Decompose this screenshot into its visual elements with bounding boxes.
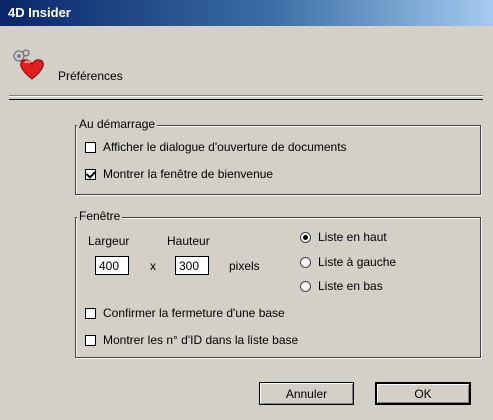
list-top-radio[interactable]: Liste en haut	[300, 230, 387, 244]
list-left-radio[interactable]: Liste à gauche	[300, 255, 396, 269]
unit-label: pixels	[229, 259, 260, 273]
radio-circle[interactable]	[300, 231, 311, 243]
radio-label: Liste à gauche	[318, 255, 397, 269]
header-separator-dark	[9, 99, 483, 100]
startup-group	[75, 125, 481, 195]
radio-label: Liste en bas	[318, 279, 383, 293]
confirm-close-base-checkbox[interactable]: Confirmer la fermeture d'une base	[85, 306, 285, 320]
checkbox-box[interactable]	[85, 334, 96, 346]
times-sign: x	[150, 259, 156, 273]
checkbox-label: Montrer les n° d'ID dans la liste base	[103, 333, 299, 347]
window-title: 4D Insider	[8, 5, 71, 20]
checkbox-box[interactable]	[85, 168, 96, 180]
window-group-legend: Fenêtre	[77, 209, 123, 223]
checkbox-box[interactable]	[85, 307, 96, 319]
height-label: Hauteur	[167, 234, 210, 248]
title-bar[interactable]: 4D Insider	[0, 0, 493, 26]
page-title: Préférences	[58, 69, 123, 83]
radio-circle[interactable]	[300, 280, 311, 292]
cancel-button[interactable]: Annuler	[259, 382, 354, 405]
width-input[interactable]	[95, 256, 129, 275]
checkbox-label: Montrer la fenêtre de bienvenue	[103, 167, 274, 181]
checkbox-label: Confirmer la fermeture d'une base	[103, 306, 285, 320]
checkbox-label: Afficher le dialogue d'ouverture de docu…	[103, 140, 347, 154]
show-welcome-window-checkbox[interactable]: Montrer la fenêtre de bienvenue	[85, 167, 273, 181]
show-open-dialog-checkbox[interactable]: Afficher le dialogue d'ouverture de docu…	[85, 140, 347, 154]
ok-button[interactable]: OK	[375, 382, 471, 405]
width-label: Largeur	[88, 234, 130, 248]
list-bottom-radio[interactable]: Liste en bas	[300, 279, 383, 293]
radio-label: Liste en haut	[318, 230, 387, 244]
checkbox-box[interactable]	[85, 141, 96, 153]
radio-circle[interactable]	[300, 256, 311, 268]
height-input[interactable]	[175, 256, 209, 275]
preferences-heart-icon	[12, 48, 46, 82]
header-separator	[9, 95, 483, 97]
show-id-numbers-checkbox[interactable]: Montrer les n° d'ID dans la liste base	[85, 333, 298, 347]
startup-group-legend: Au démarrage	[77, 117, 158, 131]
